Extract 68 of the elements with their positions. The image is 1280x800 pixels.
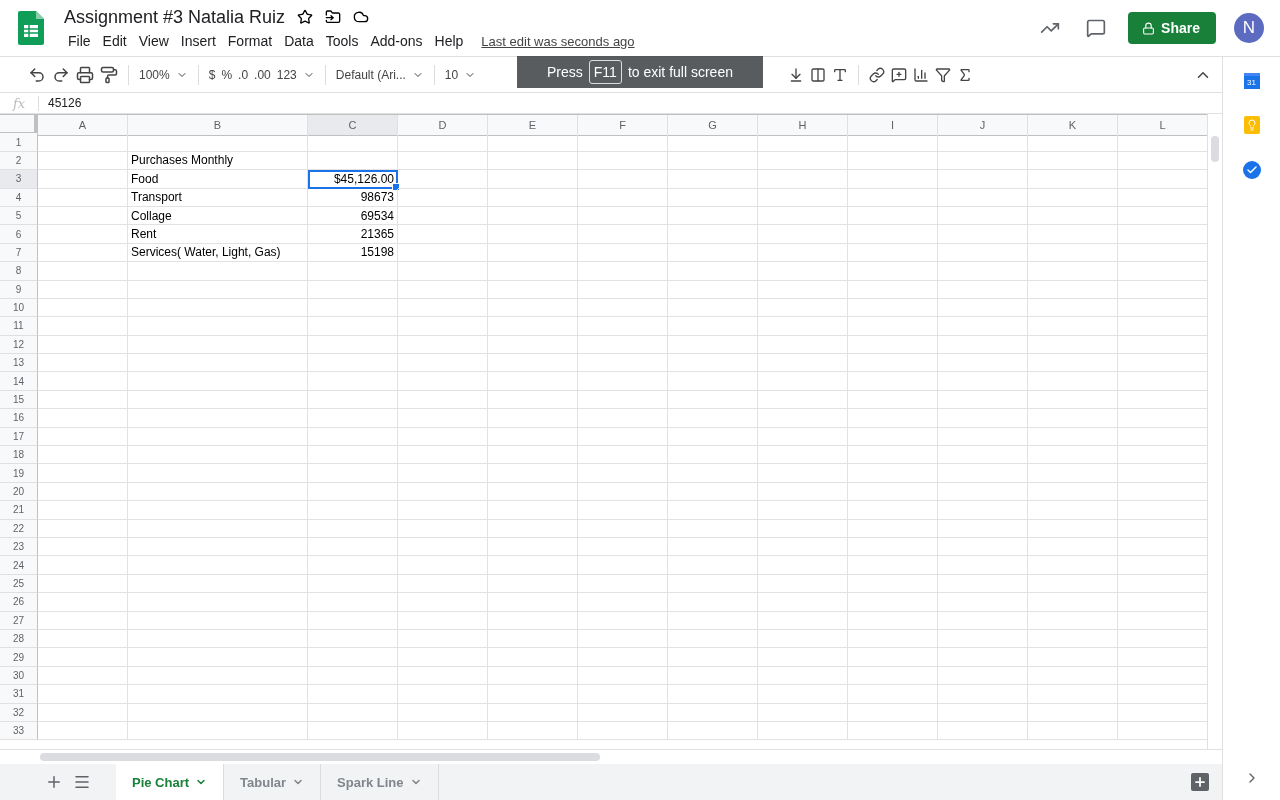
menu-item[interactable]: Insert [174,33,222,49]
sheet-tab[interactable]: Pie Chart [116,764,225,800]
column-header[interactable]: K [1028,115,1118,136]
row-header[interactable]: 8 [0,262,38,281]
row-header[interactable]: 3 [0,170,38,189]
menu-item[interactable]: Tools [319,33,365,49]
key-label: F11 [588,60,622,84]
fx-label: fx [0,95,39,111]
column-header[interactable]: I [848,115,938,136]
column-header[interactable]: G [668,115,758,136]
table-cell[interactable]: Collage [128,206,308,226]
row-header[interactable]: 19 [0,464,38,483]
more-formats-button[interactable]: 123 [276,67,297,82]
table-cell[interactable]: 69534 [308,206,398,226]
sheet-tab[interactable]: Tabular [224,764,322,800]
percent-button[interactable]: % [221,67,233,82]
font-size-select[interactable]: 10 [444,67,459,82]
document-title[interactable]: Assignment #3 Natalia Ruiz [64,6,286,28]
column-header[interactable]: A [38,115,128,136]
menu-item[interactable]: View [132,33,175,49]
menu-item[interactable]: Add-ons [364,33,429,49]
row-header[interactable]: 13 [0,354,38,373]
row-header[interactable]: 24 [0,556,38,575]
row-header[interactable]: 14 [0,372,38,391]
sheet-tab[interactable]: Spark Line [321,764,439,800]
column-header[interactable]: J [938,115,1028,136]
calendar-icon[interactable]: 31 [1243,73,1260,89]
row-header[interactable]: 1 [0,133,38,152]
table-cell[interactable]: Food [128,170,308,189]
row-header[interactable]: 6 [0,225,38,244]
table-cell[interactable]: 15198 [308,243,398,263]
column-header[interactable]: L [1118,115,1207,136]
menu-item[interactable]: Data [278,33,320,49]
column-header[interactable]: F [578,115,668,136]
row-header[interactable]: 16 [0,409,38,428]
table-cell[interactable]: 21365 [308,225,398,244]
menu-item[interactable]: File [62,33,97,49]
column-header[interactable]: D [398,115,488,136]
table-cell[interactable]: Rent [128,225,308,244]
row-header[interactable]: 26 [0,593,38,612]
table-cell[interactable]: Purchases Monthly [128,151,308,171]
table-cell[interactable]: $45,126.00 [308,170,398,189]
row-header[interactable]: 29 [0,648,38,667]
menu-item[interactable]: Format [221,33,279,49]
last-edit-link[interactable]: Last edit was seconds ago [481,33,635,49]
menu-item[interactable]: Help [428,33,470,49]
currency-button[interactable]: $ [208,67,216,82]
menu-item[interactable]: Edit [96,33,133,49]
row-header[interactable]: 21 [0,501,38,520]
table-cell[interactable]: 98673 [308,188,398,207]
column-header[interactable]: H [758,115,848,136]
column-header[interactable]: B [128,115,308,136]
column-header[interactable]: C [308,115,398,136]
share-button[interactable]: Share [1128,12,1216,44]
increase-decimals-button[interactable]: .00 [254,67,271,82]
font-select[interactable]: Default (Ari... [335,67,406,82]
zoom-select[interactable]: 100% [139,67,170,82]
row-header[interactable]: 11 [0,317,38,336]
table-cell[interactable]: Services( Water, Light, Gas) [128,243,308,263]
notice-text: Press [547,64,583,80]
row-header[interactable]: 31 [0,685,38,704]
avatar[interactable]: N [1234,13,1264,43]
decrease-decimals-button[interactable]: .0 [238,67,249,82]
column-header[interactable]: E [488,115,578,136]
row-header[interactable]: 18 [0,446,38,465]
table-cell[interactable]: Transport [128,188,308,207]
formula-field[interactable]: 45126 [39,96,82,110]
notice-text: to exit full screen [627,64,733,80]
